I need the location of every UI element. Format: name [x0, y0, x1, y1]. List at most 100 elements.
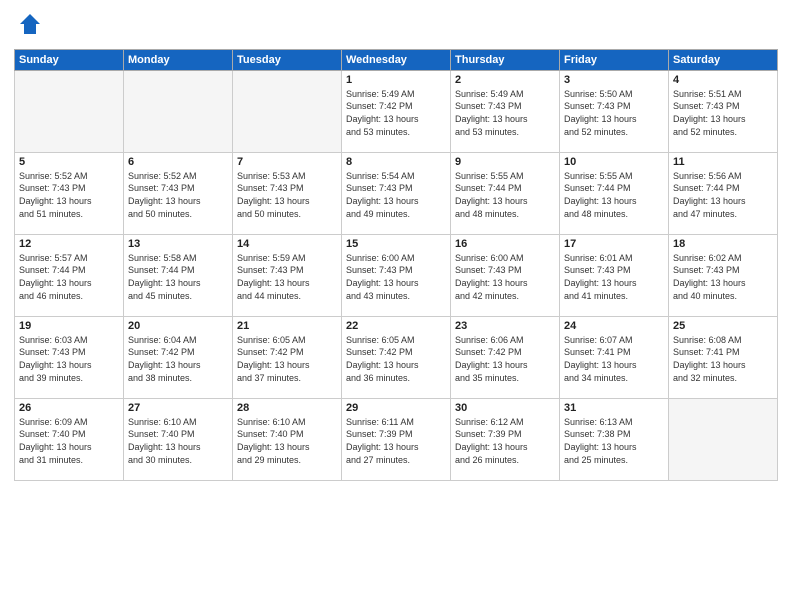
day-info: Sunrise: 6:09 AM Sunset: 7:40 PM Dayligh… [19, 416, 119, 466]
day-cell [669, 398, 778, 480]
day-number: 1 [346, 74, 446, 86]
day-cell: 10 Sunrise: 5:55 AM Sunset: 7:44 PM Dayli… [560, 152, 669, 234]
day-number: 13 [128, 238, 228, 250]
day-info: Sunrise: 5:54 AM Sunset: 7:43 PM Dayligh… [346, 170, 446, 220]
day-cell: 17 Sunrise: 6:01 AM Sunset: 7:43 PM Dayli… [560, 234, 669, 316]
day-info: Sunrise: 5:53 AM Sunset: 7:43 PM Dayligh… [237, 170, 337, 220]
day-number: 19 [19, 320, 119, 332]
day-info: Sunrise: 5:50 AM Sunset: 7:43 PM Dayligh… [564, 88, 664, 138]
day-cell: 1 Sunrise: 5:49 AM Sunset: 7:42 PM Daylig… [342, 70, 451, 152]
day-cell: 11Sunrise: 5:56 AM Sunset: 7:44 PM Dayli… [669, 152, 778, 234]
day-info: Sunrise: 6:03 AM Sunset: 7:43 PM Dayligh… [19, 334, 119, 384]
weekday-header-saturday: Saturday [669, 49, 778, 70]
day-cell: 20 Sunrise: 6:04 AM Sunset: 7:42 PM Dayli… [124, 316, 233, 398]
day-cell: 26 Sunrise: 6:09 AM Sunset: 7:40 PM Dayli… [15, 398, 124, 480]
day-info: Sunrise: 6:02 AM Sunset: 7:43 PM Dayligh… [673, 252, 773, 302]
week-row-1: 1 Sunrise: 5:49 AM Sunset: 7:42 PM Daylig… [15, 70, 778, 152]
day-cell: 5Sunrise: 5:52 AM Sunset: 7:43 PM Daylig… [15, 152, 124, 234]
day-number: 15 [346, 238, 446, 250]
day-number: 21 [237, 320, 337, 332]
weekday-header-tuesday: Tuesday [233, 49, 342, 70]
day-number: 12 [19, 238, 119, 250]
weekday-header-friday: Friday [560, 49, 669, 70]
day-info: Sunrise: 6:01 AM Sunset: 7:43 PM Dayligh… [564, 252, 664, 302]
weekday-header-row: SundayMondayTuesdayWednesdayThursdayFrid… [15, 49, 778, 70]
day-number: 6 [128, 156, 228, 168]
day-cell: 12 Sunrise: 5:57 AM Sunset: 7:44 PM Dayli… [15, 234, 124, 316]
day-number: 20 [128, 320, 228, 332]
logo-icon [16, 10, 44, 38]
day-cell: 14 Sunrise: 5:59 AM Sunset: 7:43 PM Dayli… [233, 234, 342, 316]
day-cell: 21 Sunrise: 6:05 AM Sunset: 7:42 PM Dayli… [233, 316, 342, 398]
day-cell [124, 70, 233, 152]
day-info: Sunrise: 5:59 AM Sunset: 7:43 PM Dayligh… [237, 252, 337, 302]
day-number: 25 [673, 320, 773, 332]
weekday-header-monday: Monday [124, 49, 233, 70]
day-info: Sunrise: 6:12 AM Sunset: 7:39 PM Dayligh… [455, 416, 555, 466]
day-info: Sunrise: 6:00 AM Sunset: 7:43 PM Dayligh… [346, 252, 446, 302]
day-number: 17 [564, 238, 664, 250]
day-info: Sunrise: 6:13 AM Sunset: 7:38 PM Dayligh… [564, 416, 664, 466]
day-cell: 31 Sunrise: 6:13 AM Sunset: 7:38 PM Dayli… [560, 398, 669, 480]
day-number: 9 [455, 156, 555, 168]
day-info: Sunrise: 5:56 AM Sunset: 7:44 PM Dayligh… [673, 170, 773, 220]
page: SundayMondayTuesdayWednesdayThursdayFrid… [0, 0, 792, 612]
weekday-header-sunday: Sunday [15, 49, 124, 70]
day-cell: 16 Sunrise: 6:00 AM Sunset: 7:43 PM Dayli… [451, 234, 560, 316]
day-number: 10 [564, 156, 664, 168]
day-cell: 30 Sunrise: 6:12 AM Sunset: 7:39 PM Dayli… [451, 398, 560, 480]
day-number: 29 [346, 402, 446, 414]
day-info: Sunrise: 5:52 AM Sunset: 7:43 PM Dayligh… [19, 170, 119, 220]
day-info: Sunrise: 6:08 AM Sunset: 7:41 PM Dayligh… [673, 334, 773, 384]
day-number: 31 [564, 402, 664, 414]
logo [14, 10, 44, 43]
week-row-3: 12 Sunrise: 5:57 AM Sunset: 7:44 PM Dayli… [15, 234, 778, 316]
day-number: 16 [455, 238, 555, 250]
day-number: 3 [564, 74, 664, 86]
day-info: Sunrise: 5:49 AM Sunset: 7:43 PM Dayligh… [455, 88, 555, 138]
day-cell: 27Sunrise: 6:10 AM Sunset: 7:40 PM Dayli… [124, 398, 233, 480]
day-number: 23 [455, 320, 555, 332]
day-cell: 7 Sunrise: 5:53 AM Sunset: 7:43 PM Daylig… [233, 152, 342, 234]
day-number: 7 [237, 156, 337, 168]
weekday-header-thursday: Thursday [451, 49, 560, 70]
day-info: Sunrise: 5:51 AM Sunset: 7:43 PM Dayligh… [673, 88, 773, 138]
day-info: Sunrise: 5:55 AM Sunset: 7:44 PM Dayligh… [455, 170, 555, 220]
day-cell [15, 70, 124, 152]
day-cell: 22 Sunrise: 6:05 AM Sunset: 7:42 PM Dayli… [342, 316, 451, 398]
day-number: 4 [673, 74, 773, 86]
day-info: Sunrise: 6:05 AM Sunset: 7:42 PM Dayligh… [346, 334, 446, 384]
day-info: Sunrise: 5:52 AM Sunset: 7:43 PM Dayligh… [128, 170, 228, 220]
day-cell: 4 Sunrise: 5:51 AM Sunset: 7:43 PM Daylig… [669, 70, 778, 152]
day-cell: 28Sunrise: 6:10 AM Sunset: 7:40 PM Dayli… [233, 398, 342, 480]
day-number: 30 [455, 402, 555, 414]
day-number: 26 [19, 402, 119, 414]
day-info: Sunrise: 5:57 AM Sunset: 7:44 PM Dayligh… [19, 252, 119, 302]
day-cell: 29Sunrise: 6:11 AM Sunset: 7:39 PM Dayli… [342, 398, 451, 480]
day-cell: 2 Sunrise: 5:49 AM Sunset: 7:43 PM Daylig… [451, 70, 560, 152]
day-number: 24 [564, 320, 664, 332]
day-info: Sunrise: 6:05 AM Sunset: 7:42 PM Dayligh… [237, 334, 337, 384]
day-info: Sunrise: 6:04 AM Sunset: 7:42 PM Dayligh… [128, 334, 228, 384]
day-number: 2 [455, 74, 555, 86]
day-cell: 24 Sunrise: 6:07 AM Sunset: 7:41 PM Dayli… [560, 316, 669, 398]
day-number: 22 [346, 320, 446, 332]
day-cell: 9 Sunrise: 5:55 AM Sunset: 7:44 PM Daylig… [451, 152, 560, 234]
day-cell: 23Sunrise: 6:06 AM Sunset: 7:42 PM Dayli… [451, 316, 560, 398]
calendar-table: SundayMondayTuesdayWednesdayThursdayFrid… [14, 49, 778, 481]
day-info: Sunrise: 6:07 AM Sunset: 7:41 PM Dayligh… [564, 334, 664, 384]
week-row-2: 5Sunrise: 5:52 AM Sunset: 7:43 PM Daylig… [15, 152, 778, 234]
day-number: 8 [346, 156, 446, 168]
day-number: 18 [673, 238, 773, 250]
day-info: Sunrise: 5:55 AM Sunset: 7:44 PM Dayligh… [564, 170, 664, 220]
day-info: Sunrise: 6:10 AM Sunset: 7:40 PM Dayligh… [128, 416, 228, 466]
day-cell: 8 Sunrise: 5:54 AM Sunset: 7:43 PM Daylig… [342, 152, 451, 234]
header [14, 10, 778, 43]
day-info: Sunrise: 6:00 AM Sunset: 7:43 PM Dayligh… [455, 252, 555, 302]
day-cell: 6 Sunrise: 5:52 AM Sunset: 7:43 PM Daylig… [124, 152, 233, 234]
day-cell: 19 Sunrise: 6:03 AM Sunset: 7:43 PM Dayli… [15, 316, 124, 398]
day-number: 14 [237, 238, 337, 250]
day-info: Sunrise: 5:49 AM Sunset: 7:42 PM Dayligh… [346, 88, 446, 138]
week-row-4: 19 Sunrise: 6:03 AM Sunset: 7:43 PM Dayli… [15, 316, 778, 398]
day-cell: 25 Sunrise: 6:08 AM Sunset: 7:41 PM Dayli… [669, 316, 778, 398]
